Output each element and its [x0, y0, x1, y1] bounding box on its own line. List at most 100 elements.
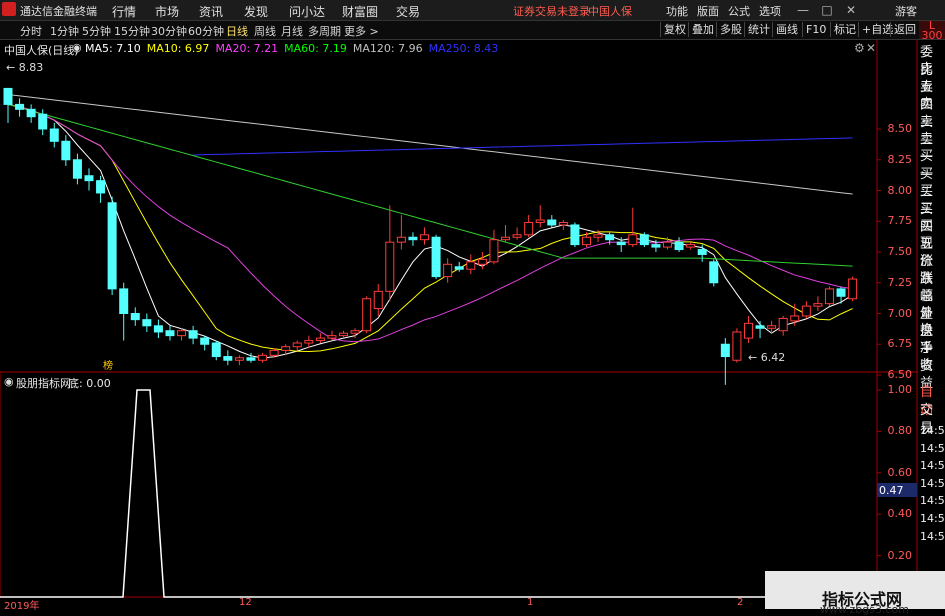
candle	[315, 333, 325, 344]
period-30min[interactable]: 30分钟	[151, 23, 187, 39]
menu-ask[interactable]: 问小达	[289, 3, 325, 20]
user-guest[interactable]: 游客	[895, 3, 917, 19]
candle	[628, 207, 638, 248]
trade-login-warning[interactable]: 证券交易未登录	[513, 3, 590, 19]
y-tick-label: 6.75	[887, 337, 913, 351]
candle	[501, 224, 511, 243]
menu-trade[interactable]: 交易	[396, 3, 420, 20]
menu-options[interactable]: 选项	[759, 3, 781, 19]
candle	[130, 307, 140, 326]
indicator-curve	[0, 389, 877, 598]
ma-label: MA250: 8.43	[428, 42, 499, 55]
candle	[107, 196, 117, 296]
kline-chart[interactable]	[0, 40, 945, 609]
period-more[interactable]: 更多 >	[344, 23, 379, 39]
menu-bar: 通达信金融终端 行情 市场 资讯 发现 问小达 财富圈 交易 证券交易未登录 中…	[0, 0, 945, 21]
candle	[234, 355, 244, 366]
tick-time: 14:56	[920, 476, 945, 490]
maximize-button[interactable]: □	[816, 2, 838, 18]
candle	[732, 328, 742, 363]
period-timeshare[interactable]: 分时	[20, 23, 42, 39]
period-multi[interactable]: 多周期	[308, 23, 341, 39]
watermark-url: www.zbgs3.com	[820, 603, 909, 616]
multi-stock-button[interactable]: 多股	[716, 22, 745, 37]
close-button[interactable]: ✕	[840, 2, 862, 18]
overlay-button[interactable]: 叠加	[688, 22, 717, 37]
menu-quotes[interactable]: 行情	[112, 3, 136, 20]
panel-settings-icon[interactable]: ⚙	[854, 41, 865, 55]
period-daily[interactable]: 日线	[226, 23, 248, 39]
ma20-line	[7, 103, 853, 343]
candle	[431, 234, 441, 280]
menu-market[interactable]: 市场	[155, 3, 179, 20]
ma-legend: MA5: 7.10 MA10: 6.97 MA20: 7.21 MA60: 7.19 M…	[85, 42, 504, 55]
candle	[362, 296, 372, 334]
candle	[535, 205, 545, 228]
x-label-jan: 1	[527, 597, 534, 608]
candle	[824, 286, 834, 307]
candle	[477, 252, 487, 270]
y-tick-label: 7.50	[887, 245, 913, 258]
candle	[96, 175, 106, 203]
candle	[165, 325, 175, 341]
indicator-settings-icon[interactable]: ◉	[4, 375, 14, 388]
menu-discover[interactable]: 发现	[244, 3, 268, 20]
candle	[547, 215, 557, 228]
candle	[512, 227, 522, 240]
candle	[15, 98, 25, 117]
high-price-label: ← 8.83	[6, 61, 44, 74]
minimize-button[interactable]: —	[792, 2, 814, 18]
settings-dropdown-icon[interactable]: ◉	[72, 41, 82, 54]
period-60min[interactable]: 60分钟	[188, 23, 224, 39]
menu-news[interactable]: 资讯	[199, 3, 223, 20]
tick-time: 14:56	[920, 459, 945, 473]
menu-formula[interactable]: 公式	[728, 3, 750, 19]
period-1min[interactable]: 1分钟	[50, 23, 79, 39]
ma-label: MA60: 7.19	[284, 42, 347, 55]
candle	[119, 282, 129, 341]
ma-label: MA20: 7.21	[215, 42, 279, 55]
period-weekly[interactable]: 周线	[254, 23, 276, 39]
menu-function[interactable]: 功能	[666, 3, 688, 19]
back-button[interactable]: 返回	[890, 22, 919, 37]
tick-time: 14:56	[920, 512, 945, 525]
panel-close-icon[interactable]: ✕	[866, 41, 876, 55]
low-price-label: ← 6.42	[748, 351, 786, 364]
level2-badge[interactable]: L 300	[919, 20, 945, 41]
candle	[258, 352, 268, 363]
mark-button[interactable]: 标记	[830, 22, 859, 37]
tick-time: 14:56	[920, 441, 945, 455]
f10-button[interactable]: F10	[802, 22, 829, 37]
candle	[755, 320, 765, 339]
candle	[639, 232, 649, 248]
candle	[188, 325, 198, 345]
draw-button[interactable]: 画线	[772, 22, 801, 37]
candle	[466, 254, 476, 275]
period-monthly[interactable]: 月线	[281, 23, 303, 39]
candle	[200, 335, 210, 351]
candle	[848, 276, 858, 302]
period-5min[interactable]: 5分钟	[82, 23, 111, 39]
candle	[339, 330, 349, 339]
chart-title: 中国人保(日线)	[4, 44, 79, 57]
ind-y-tick-label: 1.00	[887, 383, 913, 396]
candle	[142, 313, 152, 332]
candle	[84, 168, 94, 191]
period-15min[interactable]: 15分钟	[114, 23, 150, 39]
candle	[570, 222, 580, 248]
candle	[524, 215, 534, 238]
y-tick-label: 7.75	[887, 214, 913, 228]
candle	[674, 237, 684, 252]
candle	[49, 122, 59, 148]
adjust-button[interactable]: 复权	[660, 22, 689, 37]
board-marker: 榜	[103, 361, 113, 372]
menu-wealth[interactable]: 财富圈	[342, 3, 378, 20]
candle	[686, 242, 696, 250]
stats-button[interactable]: 统计	[744, 22, 773, 37]
candle	[61, 135, 71, 166]
menu-layout[interactable]: 版面	[697, 3, 719, 19]
candle	[778, 315, 788, 336]
indicator-value: 底: 0.00	[68, 377, 111, 390]
candle	[836, 286, 846, 304]
y-tick-label: 8.50	[887, 122, 913, 135]
